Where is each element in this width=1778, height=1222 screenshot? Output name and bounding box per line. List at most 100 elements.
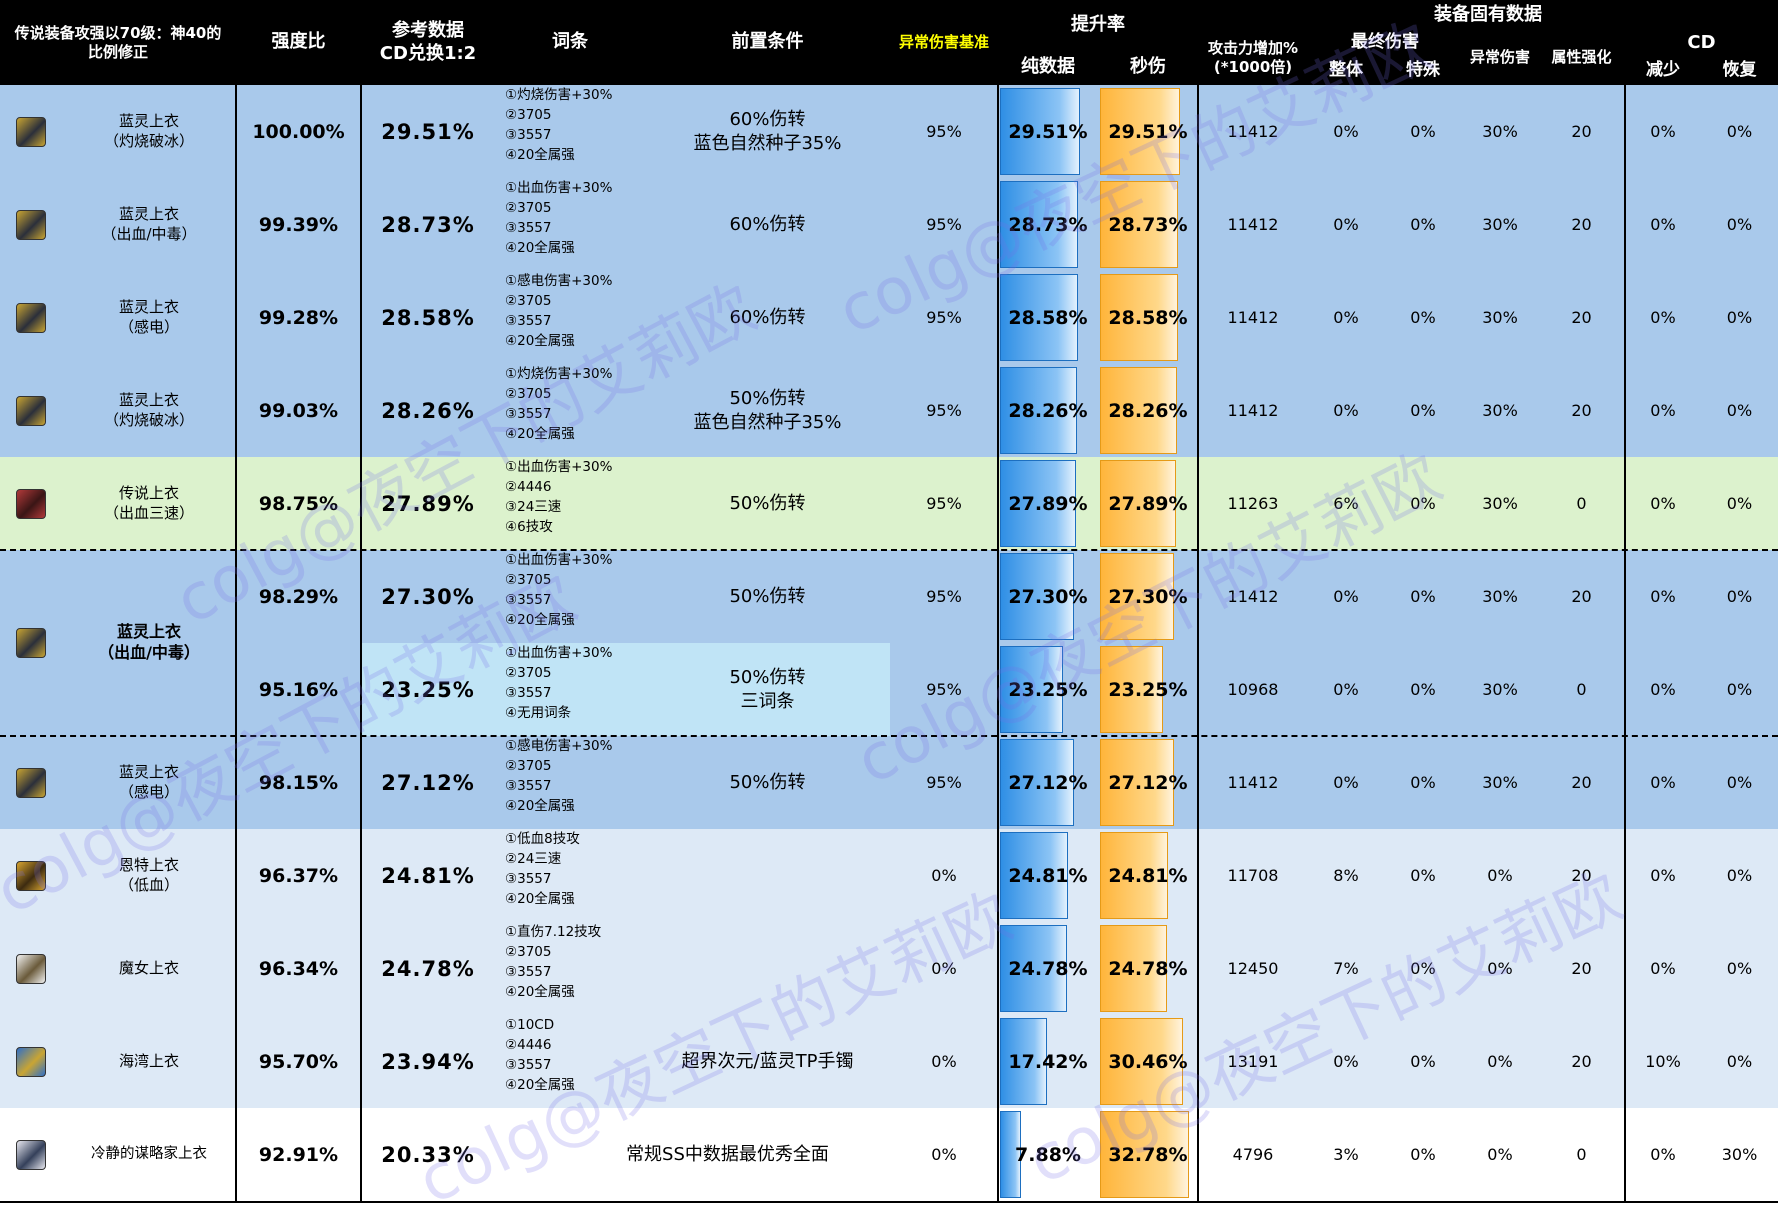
affix-line: ①出血伤害+30% xyxy=(505,552,613,568)
header-elem: 属性强化 xyxy=(1551,48,1612,67)
column-divider xyxy=(235,0,237,1203)
dps-value: 29.51% xyxy=(1108,120,1188,143)
attack-increase: 4796 xyxy=(1232,1145,1274,1164)
header-final-special: 特殊 xyxy=(1406,59,1440,80)
precondition: 50%伤转 xyxy=(729,492,806,514)
affix-line: ③3557 xyxy=(505,778,552,794)
abnormal-base: 95% xyxy=(926,494,962,513)
pure-value: 28.73% xyxy=(1008,213,1088,236)
lanling-icon xyxy=(16,395,46,426)
attack-increase: 11412 xyxy=(1227,215,1279,234)
abnormal-damage: 30% xyxy=(1482,494,1518,513)
affix-line: ③3557 xyxy=(505,220,552,236)
strength-ratio: 98.15% xyxy=(258,771,339,794)
affix-line: ③3557 xyxy=(505,592,552,608)
affix-line: ①出血伤害+30% xyxy=(505,645,613,661)
affix-line: ②3705 xyxy=(505,944,552,960)
affix-line: ④20全属强 xyxy=(505,426,575,442)
final-special: 0% xyxy=(1410,401,1436,420)
affix-line: ①灼烧伤害+30% xyxy=(505,87,613,103)
lanling-icon xyxy=(16,628,46,658)
abnormal-damage: 30% xyxy=(1482,215,1518,234)
dashed-divider xyxy=(0,549,1778,551)
item-name: 蓝灵上衣 （灼烧破冰） xyxy=(103,391,194,429)
pure-value: 23.25% xyxy=(1008,678,1088,701)
affix-line: ①灼烧伤害+30% xyxy=(505,366,613,382)
abnormal-damage: 0% xyxy=(1487,1145,1513,1164)
element-boost: 20 xyxy=(1571,215,1592,234)
reference-value: 28.73% xyxy=(381,212,475,237)
cd-reduce: 0% xyxy=(1650,959,1676,978)
affix-line: ①直伤7.12技攻 xyxy=(505,924,602,940)
final-whole: 7% xyxy=(1333,959,1359,978)
cd-recover: 0% xyxy=(1726,587,1753,606)
final-whole: 8% xyxy=(1333,866,1359,885)
dps-value: 28.26% xyxy=(1108,399,1188,422)
affix-line: ③3557 xyxy=(505,964,552,980)
dps-value: 27.30% xyxy=(1108,585,1188,608)
affix-list: ①感电伤害+30% ②3705 ③3557 ④20全属强 xyxy=(495,271,645,364)
item-name: 蓝灵上衣 （感电） xyxy=(118,763,179,801)
affix-line: ②4446 xyxy=(505,479,552,495)
lanling-icon xyxy=(16,302,46,333)
affix-line: ③3557 xyxy=(505,685,552,701)
affix-line: ②3705 xyxy=(505,665,552,681)
element-boost: 0 xyxy=(1576,1145,1587,1164)
affix-list: ①直伤7.12技攻 ②3705 ③3557 ④20全属强 xyxy=(495,922,645,1015)
pure-value: 27.12% xyxy=(1008,771,1088,794)
precondition: 超界次元/蓝灵TP手镯 xyxy=(681,1050,854,1072)
affix-line: ①低血8技攻 xyxy=(505,831,580,847)
pure-value: 28.26% xyxy=(1008,399,1088,422)
cd-recover: 30% xyxy=(1721,1145,1758,1164)
attack-increase: 11412 xyxy=(1227,122,1279,141)
final-whole: 0% xyxy=(1333,308,1359,327)
header-atk: 攻击力增加% (*1000倍) xyxy=(1207,38,1299,76)
strength-ratio: 92.91% xyxy=(258,1143,339,1166)
pure-value: 24.81% xyxy=(1008,864,1088,887)
strength-ratio: 96.37% xyxy=(258,864,339,887)
header-ref: 参考数据 CD兑换1:2 xyxy=(379,20,477,64)
affix-line: ①出血伤害+30% xyxy=(505,459,613,475)
final-whole: 6% xyxy=(1333,494,1359,513)
dps-value: 27.89% xyxy=(1108,492,1188,515)
final-whole: 0% xyxy=(1333,122,1359,141)
precondition: 50%伤转 xyxy=(729,585,806,607)
cd-recover: 0% xyxy=(1726,866,1753,885)
cd-recover: 0% xyxy=(1726,122,1753,141)
cd-recover: 0% xyxy=(1726,773,1753,792)
abnormal-base: 95% xyxy=(926,773,962,792)
strategist-icon xyxy=(16,1139,46,1170)
header-fixed: 装备固有数据 xyxy=(1434,3,1542,25)
abnormal-damage: 30% xyxy=(1482,122,1518,141)
strength-ratio: 98.29% xyxy=(258,585,339,608)
column-divider xyxy=(997,0,999,1203)
affix-line: ④6技攻 xyxy=(505,519,553,535)
cd-reduce: 0% xyxy=(1650,494,1676,513)
header-ratio: 强度比 xyxy=(271,31,326,53)
strength-ratio: 99.39% xyxy=(258,213,339,236)
affix-line: ④20全属强 xyxy=(505,612,575,628)
attack-increase: 11708 xyxy=(1227,866,1279,885)
cd-recover: 0% xyxy=(1726,680,1753,699)
abnormal-damage: 0% xyxy=(1487,866,1513,885)
header-boost: 提升率 xyxy=(1071,13,1125,35)
abnormal-damage: 0% xyxy=(1487,959,1513,978)
final-special: 0% xyxy=(1410,122,1436,141)
cd-reduce: 0% xyxy=(1650,308,1676,327)
affix-line: ①出血伤害+30% xyxy=(505,180,613,196)
abnormal-base: 95% xyxy=(926,587,962,606)
cd-reduce: 0% xyxy=(1650,122,1676,141)
dps-value: 23.25% xyxy=(1108,678,1188,701)
affix-list: ①出血伤害+30% ②3705 ③3557 ④无用词条 xyxy=(495,643,645,736)
element-boost: 20 xyxy=(1571,308,1592,327)
abnormal-base: 0% xyxy=(931,1145,957,1164)
abnormal-base: 95% xyxy=(926,215,962,234)
strength-ratio: 96.34% xyxy=(258,957,339,980)
abnormal-base: 95% xyxy=(926,122,962,141)
header-cd: CD xyxy=(1687,31,1716,53)
merged-item-name: 蓝灵上衣 （出血/中毒） xyxy=(98,622,200,662)
header-boost-sec: 秒伤 xyxy=(1130,56,1166,78)
attack-increase: 10968 xyxy=(1227,680,1279,699)
dps-value: 32.78% xyxy=(1108,1143,1188,1166)
element-boost: 0 xyxy=(1576,494,1587,513)
